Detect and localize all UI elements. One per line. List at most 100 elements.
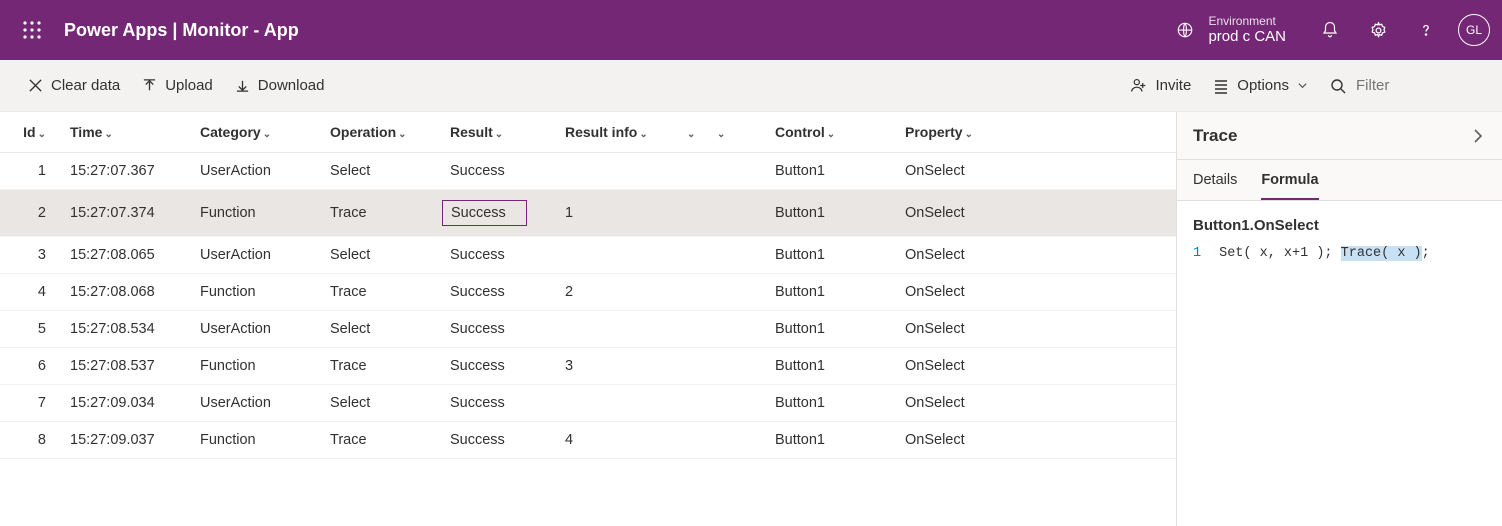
settings-button[interactable] xyxy=(1354,6,1402,54)
table-row[interactable]: 715:27:09.034UserActionSelectSuccessButt… xyxy=(0,385,1176,422)
cell-blank1 xyxy=(685,274,715,311)
command-bar: Clear data Upload Download Invite Option… xyxy=(0,60,1502,112)
cell-blank2 xyxy=(715,274,775,311)
help-button[interactable] xyxy=(1402,6,1450,54)
cell-result-info: 4 xyxy=(565,422,685,459)
panel-header: Trace xyxy=(1177,112,1502,160)
cell-property: OnSelect xyxy=(905,348,1176,385)
cell-time: 15:27:08.537 xyxy=(70,348,200,385)
cell-time: 15:27:09.037 xyxy=(70,422,200,459)
table-row[interactable]: 215:27:07.374FunctionTraceSuccess1Button… xyxy=(0,190,1176,237)
cell-property: OnSelect xyxy=(905,274,1176,311)
column-category[interactable]: Category⌄ xyxy=(200,112,330,153)
cell-category: Function xyxy=(200,422,330,459)
cell-id: 4 xyxy=(0,274,70,311)
filter-input[interactable] xyxy=(1354,76,1474,95)
events-table-wrapper: Id⌄ Time⌄ Category⌄ Operation⌄ Result⌄ R… xyxy=(0,112,1176,526)
cell-category: UserAction xyxy=(200,153,330,190)
cell-operation: Select xyxy=(330,237,450,274)
clear-data-button[interactable]: Clear data xyxy=(28,77,120,94)
clear-data-label: Clear data xyxy=(51,77,120,94)
table-row[interactable]: 615:27:08.537FunctionTraceSuccess3Button… xyxy=(0,348,1176,385)
cell-control: Button1 xyxy=(775,348,905,385)
environment-picker[interactable]: Environment prod c CAN xyxy=(1176,14,1286,46)
table-row[interactable]: 315:27:08.065UserActionSelectSuccess Butt… xyxy=(0,237,1176,274)
cell-blank1 xyxy=(685,311,715,348)
column-property[interactable]: Property⌄ xyxy=(905,112,1176,153)
download-button[interactable]: Download xyxy=(235,77,325,94)
cell-property: OnSelect xyxy=(905,190,1176,237)
options-button[interactable]: Options xyxy=(1213,77,1308,94)
user-avatar[interactable]: GL xyxy=(1458,14,1490,46)
panel-title: Trace xyxy=(1193,126,1237,146)
cell-blank1 xyxy=(685,422,715,459)
cell-category: Function xyxy=(200,190,330,237)
tab-details[interactable]: Details xyxy=(1193,160,1237,200)
cell-id: 5 xyxy=(0,311,70,348)
chevron-down-icon xyxy=(1297,80,1308,91)
cell-control: Button1 xyxy=(775,422,905,459)
cell-time: 15:27:07.374 xyxy=(70,190,200,237)
globe-icon xyxy=(1176,21,1194,39)
app-header: Power Apps | Monitor - App Environment p… xyxy=(0,0,1502,60)
upload-button[interactable]: Upload xyxy=(142,77,213,94)
cell-category: UserAction xyxy=(200,385,330,422)
column-blank1[interactable]: ⌄ xyxy=(685,112,715,153)
cell-result: Success xyxy=(450,153,565,190)
cell-blank1 xyxy=(685,153,715,190)
environment-name: prod c CAN xyxy=(1208,28,1286,46)
cell-blank2 xyxy=(715,385,775,422)
table-row[interactable]: 815:27:09.037FunctionTraceSuccess4Button… xyxy=(0,422,1176,459)
cell-category: UserAction xyxy=(200,237,330,274)
cell-operation: Trace xyxy=(330,190,450,237)
notifications-button[interactable] xyxy=(1306,6,1354,54)
upload-icon xyxy=(142,78,157,93)
code-text: Set( x, x+1 ); Trace( x ); xyxy=(1219,246,1430,261)
app-launcher-button[interactable] xyxy=(12,10,52,50)
cell-blank1 xyxy=(685,190,715,237)
details-panel: Trace Details Formula Button1.OnSelect 1… xyxy=(1176,112,1502,526)
cell-result: Success xyxy=(450,311,565,348)
options-label: Options xyxy=(1237,77,1289,94)
table-row[interactable]: 115:27:07.367UserActionSelectSuccessButt… xyxy=(0,153,1176,190)
chevron-right-icon[interactable] xyxy=(1470,128,1486,144)
close-icon xyxy=(28,78,43,93)
cell-control: Button1 xyxy=(775,153,905,190)
formula-code: 1 Set( x, x+1 ); Trace( x ); xyxy=(1193,246,1486,261)
cell-control: Button1 xyxy=(775,237,905,274)
cell-time: 15:27:08.068 xyxy=(70,274,200,311)
tab-formula[interactable]: Formula xyxy=(1261,160,1318,200)
invite-label: Invite xyxy=(1155,77,1191,94)
column-id[interactable]: Id⌄ xyxy=(0,112,70,153)
column-result[interactable]: Result⌄ xyxy=(450,112,565,153)
cell-property: OnSelect xyxy=(905,385,1176,422)
app-title: Power Apps | Monitor - App xyxy=(64,20,299,41)
cell-result: Success xyxy=(450,237,565,274)
cell-id: 3 xyxy=(0,237,70,274)
content-area: Id⌄ Time⌄ Category⌄ Operation⌄ Result⌄ R… xyxy=(0,112,1502,526)
table-row[interactable]: 515:27:08.534UserActionSelectSuccessButt… xyxy=(0,311,1176,348)
cell-operation: Select xyxy=(330,385,450,422)
invite-button[interactable]: Invite xyxy=(1130,77,1191,94)
cell-result: Success xyxy=(450,422,565,459)
cell-operation: Select xyxy=(330,311,450,348)
search-icon xyxy=(1330,78,1346,94)
filter-field[interactable] xyxy=(1330,76,1474,95)
cell-id: 7 xyxy=(0,385,70,422)
column-time[interactable]: Time⌄ xyxy=(70,112,200,153)
cell-blank2 xyxy=(715,422,775,459)
column-blank2[interactable]: ⌄ xyxy=(715,112,775,153)
table-row[interactable]: 415:27:08.068FunctionTraceSuccess2Button… xyxy=(0,274,1176,311)
column-control[interactable]: Control⌄ xyxy=(775,112,905,153)
environment-label: Environment xyxy=(1208,14,1286,28)
cell-id: 8 xyxy=(0,422,70,459)
cell-result: Success xyxy=(450,274,565,311)
column-operation[interactable]: Operation⌄ xyxy=(330,112,450,153)
formula-title: Button1.OnSelect xyxy=(1193,217,1486,234)
cell-category: Function xyxy=(200,274,330,311)
cell-time: 15:27:09.034 xyxy=(70,385,200,422)
cell-operation: Select xyxy=(330,153,450,190)
column-result-info[interactable]: Result info⌄ xyxy=(565,112,685,153)
cell-result-info: 1 xyxy=(565,190,685,237)
cell-time: 15:27:08.065 xyxy=(70,237,200,274)
